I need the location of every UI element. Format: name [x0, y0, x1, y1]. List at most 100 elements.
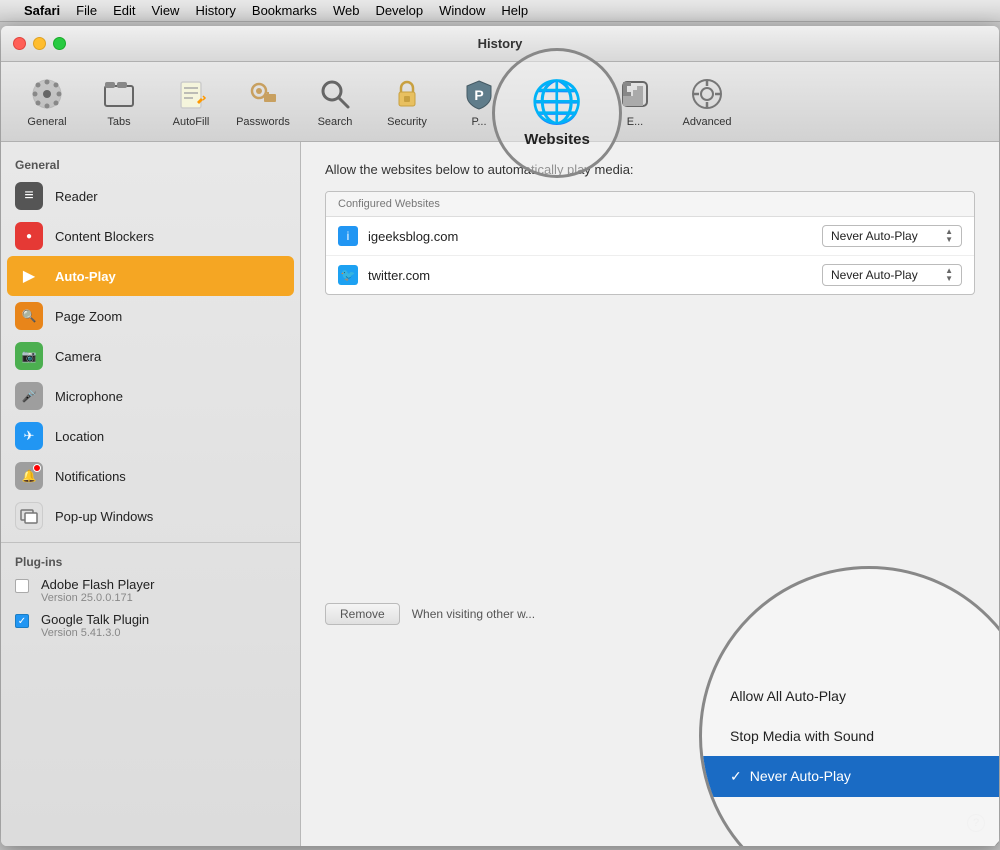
sidebar-divider	[1, 542, 300, 543]
content-blockers-label: Content Blockers	[55, 229, 154, 244]
notifications-icon: 🔔	[15, 462, 43, 490]
configured-box: Configured Websites i igeeksblog.com Nev…	[325, 191, 975, 295]
sidebar-item-reader[interactable]: ≡ Reader	[1, 176, 300, 216]
svg-text:P: P	[474, 87, 483, 103]
plugin-row-adobe[interactable]: Adobe Flash Player Version 25.0.0.171	[1, 573, 300, 608]
adobe-name: Adobe Flash Player	[41, 577, 154, 592]
main-content: General ≡ Reader ● Content Blockers ▶ Au…	[1, 142, 999, 846]
sidebar-item-notifications[interactable]: 🔔 Notifications	[1, 456, 300, 496]
close-button[interactable]	[13, 37, 26, 50]
toolbar-tabs[interactable]: Tabs	[85, 68, 153, 136]
notifications-label: Notifications	[55, 469, 126, 484]
general-label: General	[27, 116, 66, 128]
traffic-lights	[13, 37, 66, 50]
reader-icon: ≡	[15, 182, 43, 210]
adobe-checkbox[interactable]	[15, 579, 29, 593]
google-version: Version 5.41.3.0	[41, 627, 149, 639]
autofill-icon	[173, 76, 209, 112]
igeeksblog-name: igeeksblog.com	[368, 229, 812, 244]
website-row-twitter: 🐦 twitter.com Never Auto-Play ▲ ▼	[326, 256, 974, 294]
sidebar-item-camera[interactable]: 📷 Camera	[1, 336, 300, 376]
remove-button[interactable]: Remove	[325, 603, 400, 625]
menu-view[interactable]: View	[152, 3, 180, 18]
igeeksblog-favicon: i	[338, 226, 358, 246]
google-name: Google Talk Plugin	[41, 612, 149, 627]
dropdown-option-stop-sound[interactable]: Stop Media with Sound	[702, 716, 999, 756]
igeeksblog-select[interactable]: Never Auto-Play ▲ ▼	[822, 225, 962, 247]
menu-edit[interactable]: Edit	[113, 3, 135, 18]
toolbar-autofill[interactable]: AutoFill	[157, 68, 225, 136]
twitter-select-value: Never Auto-Play	[831, 268, 918, 282]
page-zoom-icon: 🔍	[15, 302, 43, 330]
privacy-label: P...	[471, 116, 486, 128]
dropdown-option-allow-all[interactable]: Allow All Auto-Play	[702, 676, 999, 716]
page-zoom-label: Page Zoom	[55, 309, 122, 324]
menu-file[interactable]: File	[76, 3, 97, 18]
check-mark-icon: ✓	[730, 768, 742, 785]
igeeksblog-select-arrows: ▲ ▼	[945, 228, 953, 244]
dropdown-option-never[interactable]: ✓ Never Auto-Play	[702, 756, 999, 797]
plugin-row-google[interactable]: ✓ Google Talk Plugin Version 5.41.3.0	[1, 608, 300, 643]
sidebar-item-content-blockers[interactable]: ● Content Blockers	[1, 216, 300, 256]
menu-bookmarks[interactable]: Bookmarks	[252, 3, 317, 18]
igeeksblog-select-value: Never Auto-Play	[831, 229, 918, 243]
popup-windows-label: Pop-up Windows	[55, 509, 153, 524]
passwords-icon	[245, 76, 281, 112]
adobe-version: Version 25.0.0.171	[41, 592, 154, 604]
security-icon	[389, 76, 425, 112]
websites-label: Websites	[524, 131, 590, 148]
tabs-icon	[101, 76, 137, 112]
twitter-name: twitter.com	[368, 268, 812, 283]
window-title: History	[478, 36, 523, 51]
toolbar-general[interactable]: General	[13, 68, 81, 136]
toolbar-advanced[interactable]: Advanced	[673, 68, 741, 136]
reader-label: Reader	[55, 189, 98, 204]
search-label: Search	[318, 116, 353, 128]
toolbar: General Tabs	[1, 62, 999, 142]
twitter-select-arrows: ▲ ▼	[945, 267, 953, 283]
auto-play-label: Auto-Play	[55, 269, 116, 284]
sidebar-item-auto-play[interactable]: ▶ Auto-Play	[7, 256, 294, 296]
location-icon: ✈	[15, 422, 43, 450]
menu-help[interactable]: Help	[501, 3, 528, 18]
location-label: Location	[55, 429, 104, 444]
sidebar-item-popup-windows[interactable]: Pop-up Windows	[1, 496, 300, 536]
advanced-icon	[689, 76, 725, 112]
autofill-label: AutoFill	[173, 116, 210, 128]
fullscreen-button[interactable]	[53, 37, 66, 50]
passwords-label: Passwords	[236, 116, 290, 128]
microphone-icon: 🎤	[15, 382, 43, 410]
content-empty-area	[325, 295, 975, 595]
toolbar-security[interactable]: Security	[373, 68, 441, 136]
menu-safari[interactable]: Safari	[24, 3, 60, 18]
menu-web[interactable]: Web	[333, 3, 360, 18]
minimize-button[interactable]	[33, 37, 46, 50]
tabs-label: Tabs	[107, 116, 130, 128]
sidebar-item-page-zoom[interactable]: 🔍 Page Zoom	[1, 296, 300, 336]
menu-window[interactable]: Window	[439, 3, 485, 18]
extensions-label: E...	[627, 116, 644, 128]
microphone-label: Microphone	[55, 389, 123, 404]
dropdown-never-label: Never Auto-Play	[750, 768, 851, 784]
toolbar-search[interactable]: Search	[301, 68, 369, 136]
content-panel: Allow the websites below to automaticall…	[301, 142, 999, 846]
sidebar: General ≡ Reader ● Content Blockers ▶ Au…	[1, 142, 301, 846]
popup-icon	[15, 502, 43, 530]
menu-develop[interactable]: Develop	[375, 3, 423, 18]
menu-history[interactable]: History	[195, 3, 235, 18]
security-label: Security	[387, 116, 427, 128]
title-bar: History	[1, 26, 999, 62]
general-icon	[29, 76, 65, 112]
websites-highlight-circle: 🌐 Websites	[492, 48, 622, 178]
websites-globe-icon: 🌐	[531, 78, 583, 127]
website-row-igeeksblog: i igeeksblog.com Never Auto-Play ▲ ▼	[326, 217, 974, 256]
twitter-select[interactable]: Never Auto-Play ▲ ▼	[822, 264, 962, 286]
toolbar-passwords[interactable]: Passwords	[229, 68, 297, 136]
sidebar-item-microphone[interactable]: 🎤 Microphone	[1, 376, 300, 416]
when-visiting-text: When visiting other w...	[412, 607, 535, 621]
safari-preferences-window: History General	[1, 26, 999, 846]
google-checkbox[interactable]: ✓	[15, 614, 29, 628]
sidebar-item-location[interactable]: ✈ Location	[1, 416, 300, 456]
twitter-favicon: 🐦	[338, 265, 358, 285]
content-blockers-icon: ●	[15, 222, 43, 250]
